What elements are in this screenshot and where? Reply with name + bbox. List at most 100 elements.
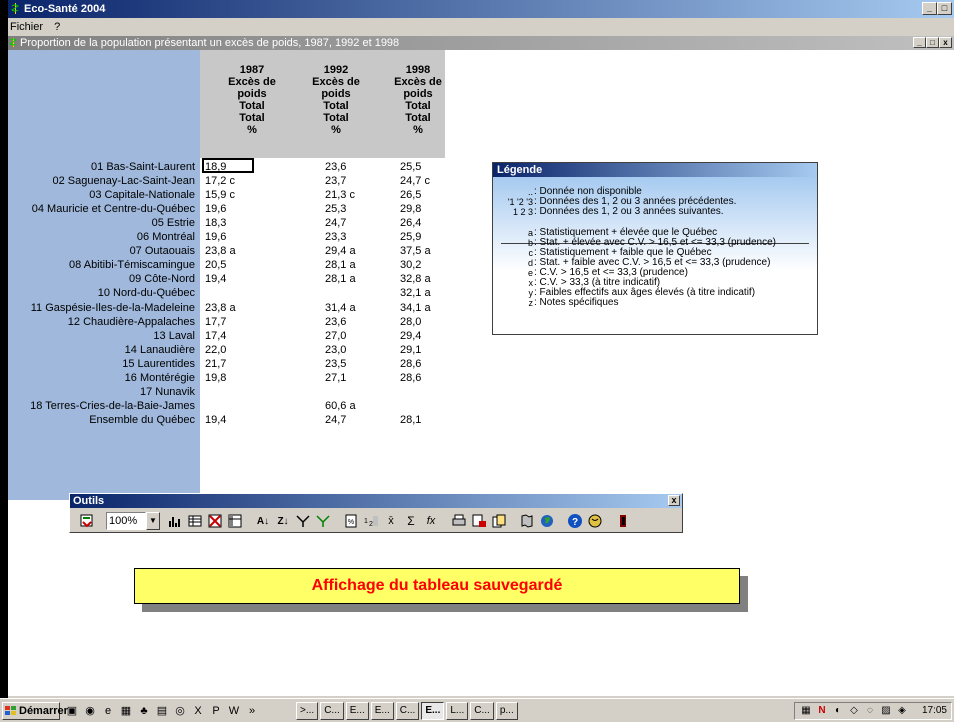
table-cell[interactable]: 23,5 — [325, 357, 346, 371]
row-label[interactable]: 17 Nunavik — [8, 385, 195, 399]
taskbar-window-button[interactable]: C... — [470, 702, 494, 720]
table-cell[interactable]: 32,1 a — [400, 286, 431, 300]
row-label[interactable]: 08 Abitibi-Témiscamingue — [8, 258, 195, 272]
table-layout-icon[interactable] — [226, 512, 244, 530]
filter-icon[interactable] — [294, 512, 312, 530]
app-shortcut-icon[interactable]: ◉ — [82, 703, 98, 719]
row-label[interactable]: 12 Chaudière-Appalaches — [8, 315, 195, 329]
table-cell[interactable]: 19,8 — [205, 371, 226, 385]
table-cell[interactable]: 20,5 — [205, 258, 226, 272]
table-cell[interactable]: 26,4 — [400, 216, 421, 230]
app-shortcut-icon[interactable]: ◎ — [172, 703, 188, 719]
table-cell[interactable]: 23,8 a — [205, 244, 236, 258]
taskbar-window-button[interactable]: E... — [421, 702, 445, 720]
function-icon[interactable]: fx — [422, 512, 440, 530]
sort-desc-icon[interactable]: Z↓ — [274, 512, 292, 530]
child-close-button[interactable]: x — [939, 37, 952, 48]
table-cell[interactable]: 25,9 — [400, 230, 421, 244]
map-icon[interactable] — [518, 512, 536, 530]
taskbar-window-button[interactable]: E... — [345, 702, 369, 720]
row-label[interactable]: 04 Mauricie et Centre-du-Québec — [8, 202, 195, 216]
copy-icon[interactable] — [490, 512, 508, 530]
table-cell[interactable]: 24,7 c — [400, 174, 430, 188]
table-cell[interactable]: 28,1 a — [325, 272, 356, 286]
toolbox-window[interactable]: Outils x 100% ▼ A↓ Z↓ % 1 2 x̄ Σ fx ? — [69, 493, 683, 533]
table-cell[interactable]: 28,6 — [400, 371, 421, 385]
row-label[interactable]: 09 Côte-Nord — [8, 272, 195, 286]
tray-icon[interactable]: ▨ — [879, 704, 893, 718]
table-cell[interactable]: 25,3 — [325, 202, 346, 216]
row-label[interactable]: 06 Montréal — [8, 230, 195, 244]
app-shortcut-icon[interactable]: ▦ — [118, 703, 134, 719]
export-icon[interactable] — [470, 512, 488, 530]
exit-icon[interactable] — [614, 512, 632, 530]
row-label[interactable]: 16 Montérégie — [8, 371, 195, 385]
table-cell[interactable]: 60,6 a — [325, 399, 356, 413]
globe-icon[interactable] — [538, 512, 556, 530]
toolbox-titlebar[interactable]: Outils x — [70, 494, 682, 508]
zoom-select[interactable]: 100% — [106, 512, 146, 530]
help-icon[interactable]: ? — [566, 512, 584, 530]
table-cell[interactable]: 27,1 — [325, 371, 346, 385]
column-header[interactable]: 1998 Excès de poids Total Total% — [378, 64, 458, 136]
print-icon[interactable] — [450, 512, 468, 530]
more-chevron-icon[interactable]: » — [244, 703, 260, 719]
child-titlebar[interactable]: Proportion de la population présentant u… — [8, 36, 954, 50]
app-shortcut-icon[interactable]: ▤ — [154, 703, 170, 719]
table-cell[interactable]: 22,0 — [205, 343, 226, 357]
taskbar-window-button[interactable]: C... — [395, 702, 420, 720]
table-cell[interactable]: 30,2 — [400, 258, 421, 272]
table-cell[interactable]: 31,4 a — [325, 301, 356, 315]
table-cell[interactable]: 15,9 c — [205, 188, 235, 202]
row-label[interactable]: 15 Laurentides — [8, 357, 195, 371]
table-cell[interactable]: 17,7 — [205, 315, 226, 329]
row-label[interactable]: 03 Capitale-Nationale — [8, 188, 195, 202]
table-cell[interactable]: 21,3 c — [325, 188, 355, 202]
row-label[interactable]: 07 Outaouais — [8, 244, 195, 258]
table-cell[interactable]: 23,6 — [325, 315, 346, 329]
menu-fichier[interactable]: Fichier — [10, 21, 43, 33]
taskbar-window-button[interactable]: >... — [296, 702, 319, 720]
menu-help[interactable]: ? — [54, 21, 60, 33]
table-cell[interactable]: 17,4 — [205, 329, 226, 343]
child-maximize-button[interactable]: □ — [926, 37, 939, 48]
row-label[interactable]: 11 Gaspésie-Iles-de-la-Madeleine — [8, 301, 195, 315]
taskbar-window-button[interactable]: p... — [495, 702, 518, 720]
taskbar-window-button[interactable]: L... — [446, 702, 469, 720]
percent-icon[interactable]: % — [342, 512, 360, 530]
maximize-button[interactable]: □ — [937, 2, 952, 15]
table-cell[interactable]: 23,7 — [325, 174, 346, 188]
table-cell[interactable]: 19,4 — [205, 413, 226, 427]
row-label[interactable]: 10 Nord-du-Québec — [8, 286, 195, 300]
table-cell[interactable]: 29,8 — [400, 202, 421, 216]
table-grid-icon[interactable] — [186, 512, 204, 530]
table-cell[interactable]: 25,5 — [400, 160, 421, 174]
row-label[interactable]: 18 Terres-Cries-de-la-Baie-James — [8, 399, 195, 413]
tray-icon[interactable]: ◇ — [847, 704, 861, 718]
sum-icon[interactable]: Σ — [402, 512, 420, 530]
delete-grid-icon[interactable] — [206, 512, 224, 530]
table-cell[interactable]: 19,4 — [205, 272, 226, 286]
table-cell[interactable]: 29,4 a — [325, 244, 356, 258]
table-cell[interactable]: 24,7 — [325, 216, 346, 230]
start-button[interactable]: Démarrer — [2, 702, 68, 720]
tray-icon[interactable]: ◌ — [863, 704, 877, 718]
table-cell[interactable]: 23,3 — [325, 230, 346, 244]
column-header[interactable]: 1992 Excès de poids Total Total% — [296, 64, 376, 136]
app-shortcut-icon[interactable]: ♣ — [136, 703, 152, 719]
save-icon[interactable] — [78, 512, 96, 530]
table-cell[interactable]: 23,0 — [325, 343, 346, 357]
table-cell[interactable]: 34,1 a — [400, 301, 431, 315]
web-help-icon[interactable] — [586, 512, 604, 530]
row-label[interactable]: 05 Estrie — [8, 216, 195, 230]
row-label[interactable]: Ensemble du Québec — [8, 413, 195, 427]
table-cell[interactable]: 32,8 a — [400, 272, 431, 286]
sort-asc-icon[interactable]: A↓ — [254, 512, 272, 530]
table-cell[interactable]: 29,4 — [400, 329, 421, 343]
filter-alt-icon[interactable] — [314, 512, 332, 530]
tray-icon[interactable]: ◈ — [895, 704, 909, 718]
chart-bars-icon[interactable] — [166, 512, 184, 530]
row-label[interactable]: 01 Bas-Saint-Laurent — [8, 160, 195, 174]
tray-icon[interactable]: N — [815, 704, 829, 718]
table-cell[interactable]: 28,6 — [400, 357, 421, 371]
